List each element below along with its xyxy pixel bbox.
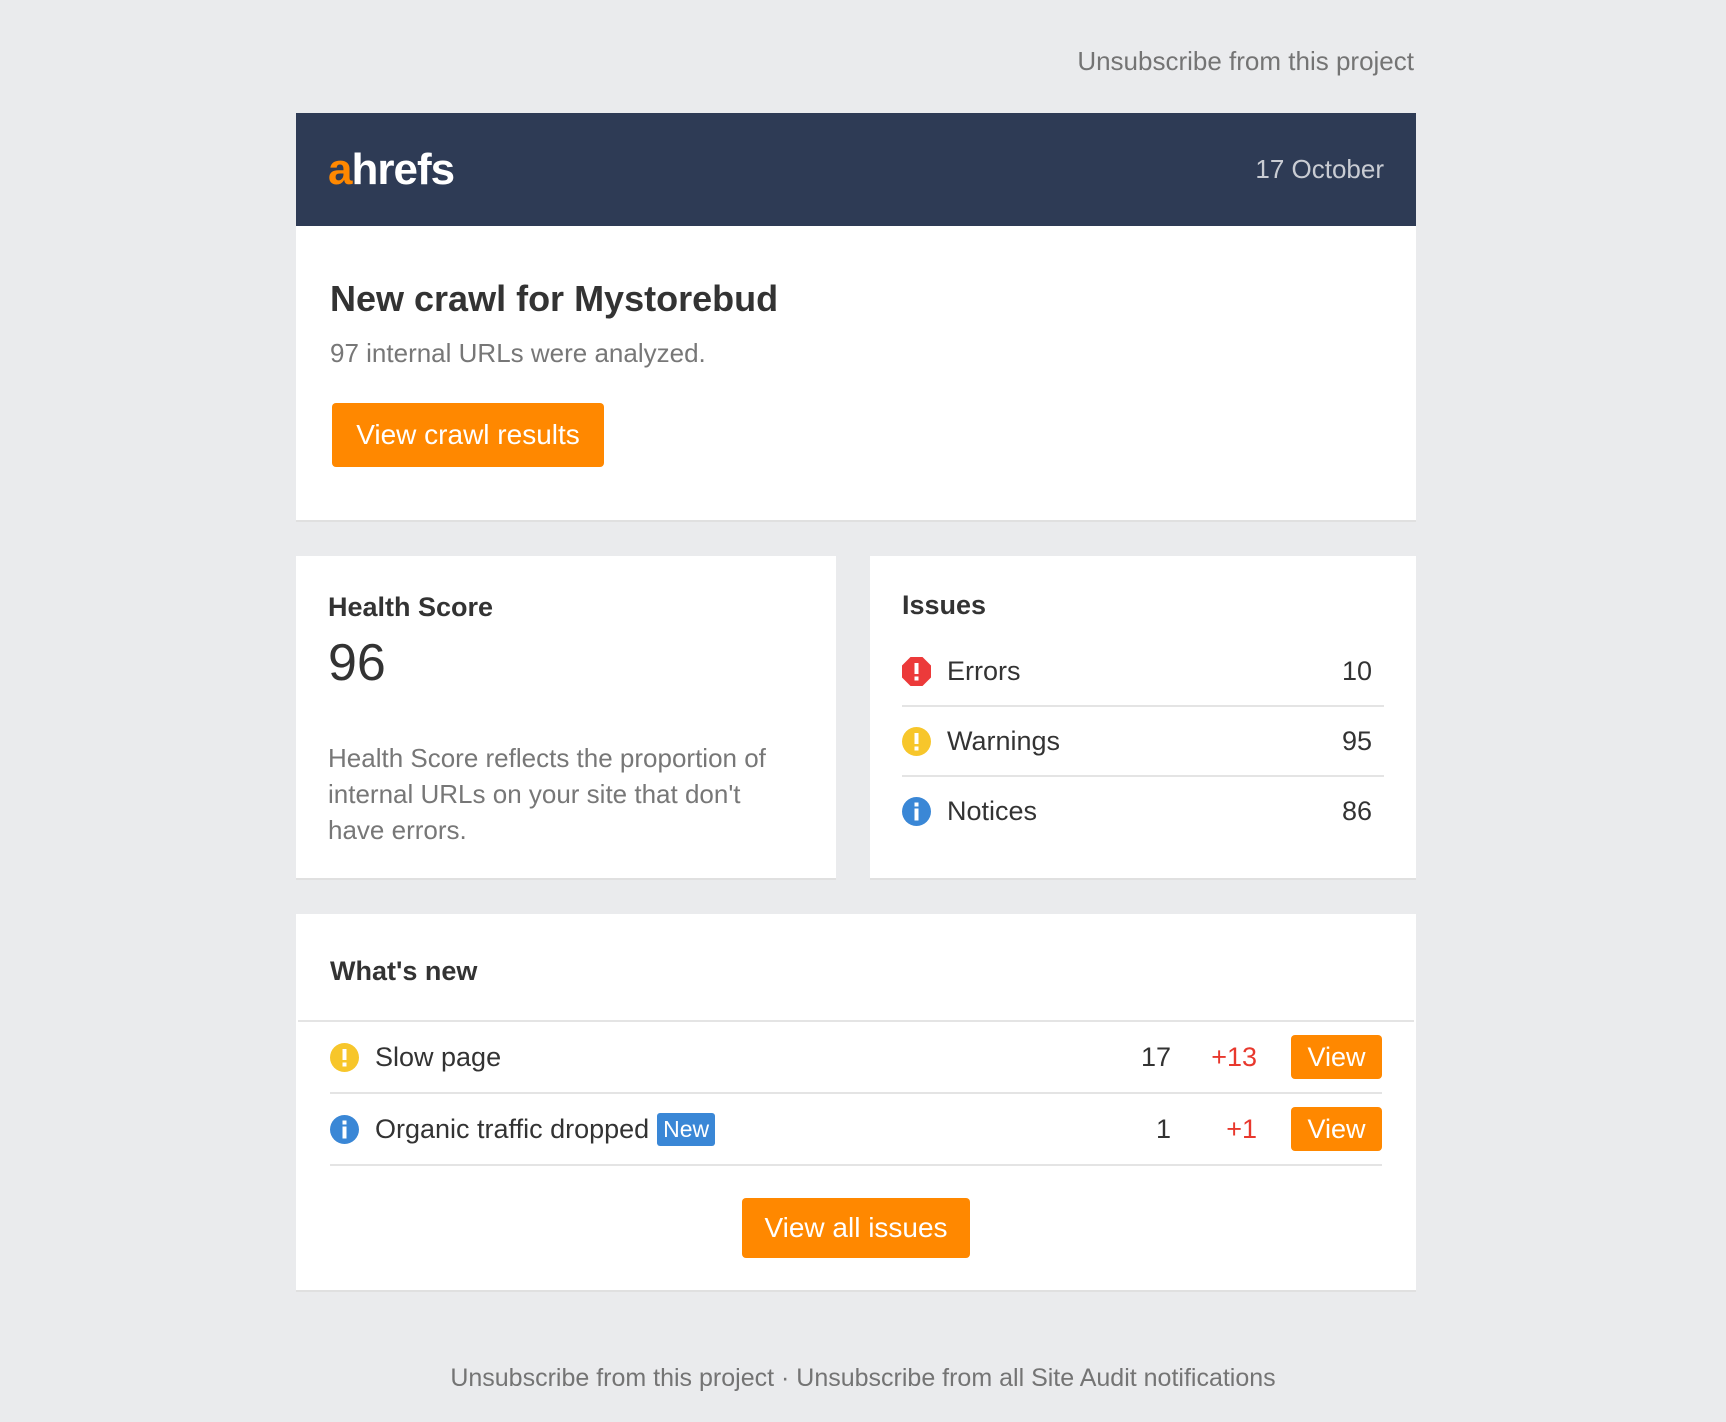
logo-text: hrefs [351,144,455,194]
health-score-description: Health Score reflects the proportion of … [328,743,766,846]
crawl-summary-card: New crawl for Mystorebud 97 internal URL… [296,226,1416,522]
footer-unsubscribe-all-link[interactable]: Unsubscribe from all Site Audit notifica… [796,1364,1275,1392]
error-icon [902,656,931,686]
issue-count: 1 [1155,1113,1171,1144]
issue-name: Slow page [375,1041,502,1072]
view-all-issues-button[interactable]: View all issues [742,1198,970,1258]
issue-label: Notices [947,795,1038,826]
health-score-card: Health Score 96 Health Score reflects th… [296,556,836,880]
issues-list: Errors 10 Warnings 95 Notices 86 [902,637,1384,845]
issue-delta: +13 [1211,1041,1257,1072]
footer-unsubscribe-project-link[interactable]: Unsubscribe from this project [450,1364,774,1392]
issues-card: Issues Errors 10 Warnings 95 Notices 86 [870,556,1416,880]
footer: Unsubscribe from this project · Unsubscr… [0,1364,1726,1393]
view-crawl-results-button[interactable]: View crawl results [332,403,604,467]
view-organic-traffic-button[interactable]: View [1291,1107,1382,1151]
health-score-title: Health Score [328,592,494,622]
whats-new-title: What's new [330,956,478,986]
issue-row-notices: Notices 86 [902,777,1384,845]
warning-icon [330,1042,359,1072]
footer-separator: · [774,1364,797,1392]
crawl-subtitle: 97 internal URLs were analyzed. [330,338,706,368]
info-icon [330,1114,359,1144]
issue-name: Organic traffic dropped [375,1113,650,1144]
info-icon [902,796,931,826]
new-badge: New [657,1112,716,1146]
health-score-value: 96 [328,634,386,692]
ahrefs-logo[interactable]: ahrefs [328,144,455,194]
whats-new-list: Slow page 17 +13 View Organic traffic dr… [330,1022,1382,1166]
issue-count: 10 [1341,655,1372,686]
issues-title: Issues [902,590,987,620]
issue-count: 86 [1341,795,1372,826]
issue-count: 17 [1140,1041,1171,1072]
logo-accent: a [328,144,353,194]
issue-delta: +1 [1226,1113,1257,1144]
crawl-title: New crawl for Mystorebud [330,278,779,319]
issue-row-errors: Errors 10 [902,637,1384,707]
whats-new-row: Organic traffic dropped New 1 +1 View [330,1094,1382,1166]
unsubscribe-project-link[interactable]: Unsubscribe from this project [1077,46,1414,77]
report-date: 17 October [1255,154,1384,184]
issue-count: 95 [1341,725,1372,756]
view-slow-page-button[interactable]: View [1291,1035,1382,1079]
warning-icon [902,726,931,756]
whats-new-card: What's new Slow page 17 +13 View Organic… [296,914,1416,1292]
whats-new-row: Slow page 17 +13 View [330,1022,1382,1094]
issue-row-warnings: Warnings 95 [902,707,1384,777]
issue-label: Warnings [947,725,1061,756]
issue-label: Errors [947,655,1021,686]
email-header: ahrefs 17 October [296,113,1416,226]
